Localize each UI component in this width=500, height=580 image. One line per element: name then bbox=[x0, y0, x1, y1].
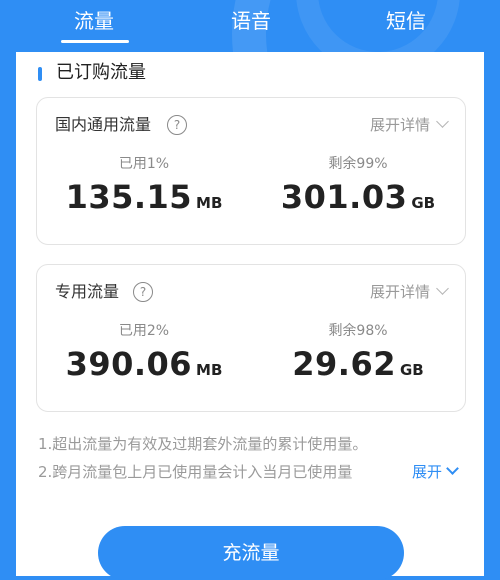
data-card-general: 国内通用流量 ? 展开详情 已用1% 135.15 MB 剩余99% 301.03… bbox=[36, 97, 466, 245]
chevron-down-icon bbox=[436, 282, 449, 295]
used-label: 已用2% bbox=[118, 323, 170, 339]
expand-notes-label: 展开 bbox=[412, 463, 443, 481]
expand-details-label: 展开详情 bbox=[369, 116, 430, 134]
expand-details-button[interactable]: 展开详情 bbox=[369, 281, 449, 303]
used-unit: MB bbox=[196, 361, 223, 379]
section-title: 已订购流量 bbox=[56, 62, 146, 83]
used-label: 已用1% bbox=[118, 156, 170, 172]
used-unit: MB bbox=[196, 194, 223, 212]
tab-voice[interactable]: 语音 bbox=[231, 6, 271, 36]
expand-details-button[interactable]: 展开详情 bbox=[369, 114, 449, 136]
used-value: 390.06 bbox=[65, 345, 193, 383]
tab-sms[interactable]: 短信 bbox=[386, 6, 426, 36]
section-accent-bar bbox=[38, 67, 42, 81]
recharge-data-button[interactable]: 充流量 bbox=[98, 526, 404, 580]
remaining-stat: 剩余99% 301.03 GB bbox=[251, 154, 465, 216]
tab-data[interactable]: 流量 bbox=[74, 6, 114, 36]
remaining-value: 301.03 bbox=[280, 178, 408, 216]
chevron-down-icon bbox=[446, 462, 459, 475]
remaining-label: 剩余98% bbox=[328, 323, 388, 339]
top-tab-bar: 流量 语音 短信 bbox=[0, 0, 500, 52]
expand-notes-button[interactable]: 展开 bbox=[408, 461, 459, 483]
remaining-stat: 剩余98% 29.62 GB bbox=[251, 321, 465, 383]
content-panel: 已订购流量 国内通用流量 ? 展开详情 已用1% 135.15 MB 剩余99% … bbox=[16, 52, 484, 580]
note-line-1: 1.超出流量为有效及过期套外流量的累计使用量。 bbox=[38, 435, 368, 453]
used-value: 135.15 bbox=[65, 178, 193, 216]
decorative-ring bbox=[296, 0, 460, 52]
card-title: 专用流量 bbox=[55, 282, 120, 301]
chevron-down-icon bbox=[436, 115, 449, 128]
question-circle-icon[interactable]: ? bbox=[133, 282, 153, 302]
remaining-unit: GB bbox=[399, 361, 424, 379]
used-stat: 已用1% 135.15 MB bbox=[37, 154, 251, 216]
question-circle-icon[interactable]: ? bbox=[167, 115, 187, 135]
active-tab-indicator bbox=[61, 40, 129, 43]
used-stat: 已用2% 390.06 MB bbox=[37, 321, 251, 383]
expand-details-label: 展开详情 bbox=[369, 283, 430, 301]
remaining-value: 29.62 bbox=[292, 345, 396, 383]
note-line-2: 2.跨月流量包上月已使用量会计入当月已使用量 bbox=[38, 463, 353, 481]
card-title: 国内通用流量 bbox=[55, 115, 152, 134]
remaining-label: 剩余99% bbox=[328, 156, 388, 172]
remaining-unit: GB bbox=[411, 194, 436, 212]
data-card-dedicated: 专用流量 ? 展开详情 已用2% 390.06 MB 剩余98% 29.62 GB bbox=[36, 264, 466, 412]
